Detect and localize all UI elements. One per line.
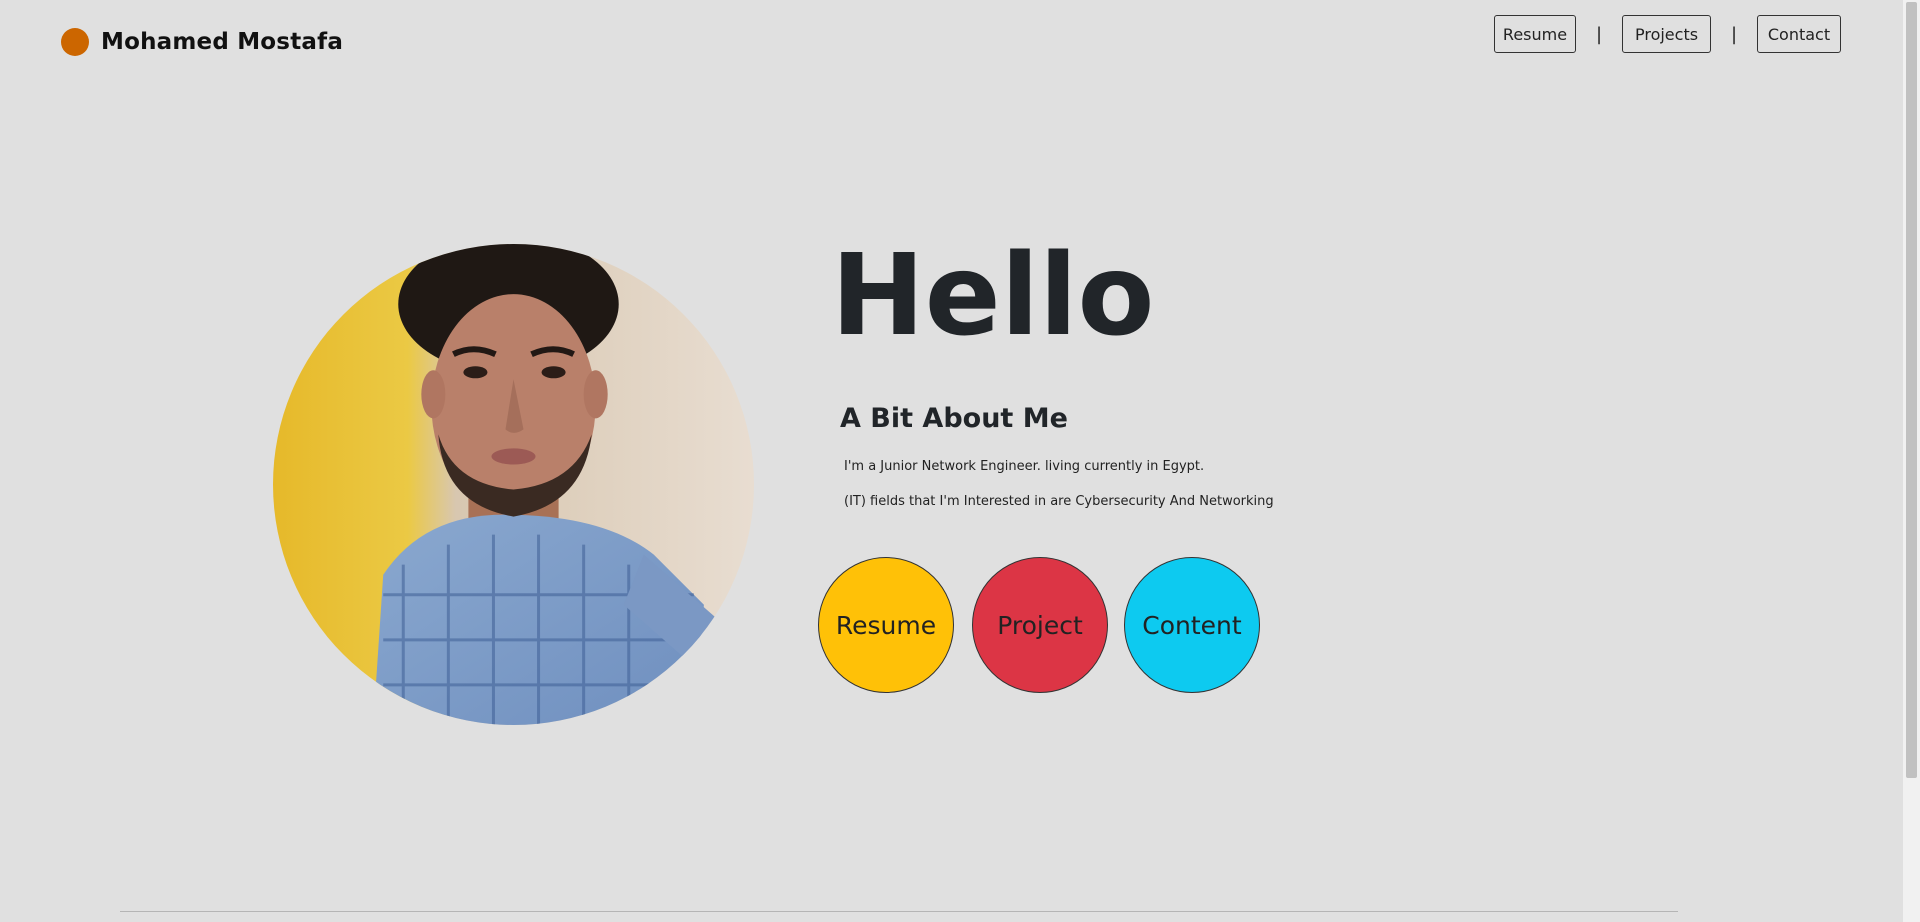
- hero-greeting: Hello: [831, 231, 1155, 361]
- scrollbar-thumb[interactable]: [1906, 2, 1917, 778]
- nav-separator: |: [1595, 23, 1603, 45]
- brand-dot-icon: [61, 28, 89, 56]
- brand-name[interactable]: Mohamed Mostafa: [101, 29, 343, 55]
- nav-separator: |: [1730, 23, 1738, 45]
- about-title: A Bit About Me: [840, 403, 1068, 434]
- footer-divider: [120, 911, 1678, 912]
- about-text-line: I'm a Junior Network Engineer. living cu…: [844, 459, 1205, 474]
- brand[interactable]: Mohamed Mostafa: [61, 28, 343, 56]
- scrollbar[interactable]: [1903, 0, 1920, 922]
- resume-circle-button[interactable]: Resume: [818, 557, 954, 693]
- content-circle-button[interactable]: Content: [1124, 557, 1260, 693]
- page: Mohamed Mostafa Resume | Projects | Cont…: [0, 0, 1920, 922]
- nav-projects-button[interactable]: Projects: [1622, 15, 1711, 53]
- profile-photo: [273, 244, 754, 725]
- profile-photo-image: [273, 244, 754, 725]
- nav-resume-button[interactable]: Resume: [1494, 15, 1576, 53]
- about-text-line: (IT) fields that I'm Interested in are C…: [844, 494, 1274, 509]
- project-circle-button[interactable]: Project: [972, 557, 1108, 693]
- nav-contact-button[interactable]: Contact: [1757, 15, 1841, 53]
- top-nav: Resume | Projects | Contact: [1494, 15, 1841, 53]
